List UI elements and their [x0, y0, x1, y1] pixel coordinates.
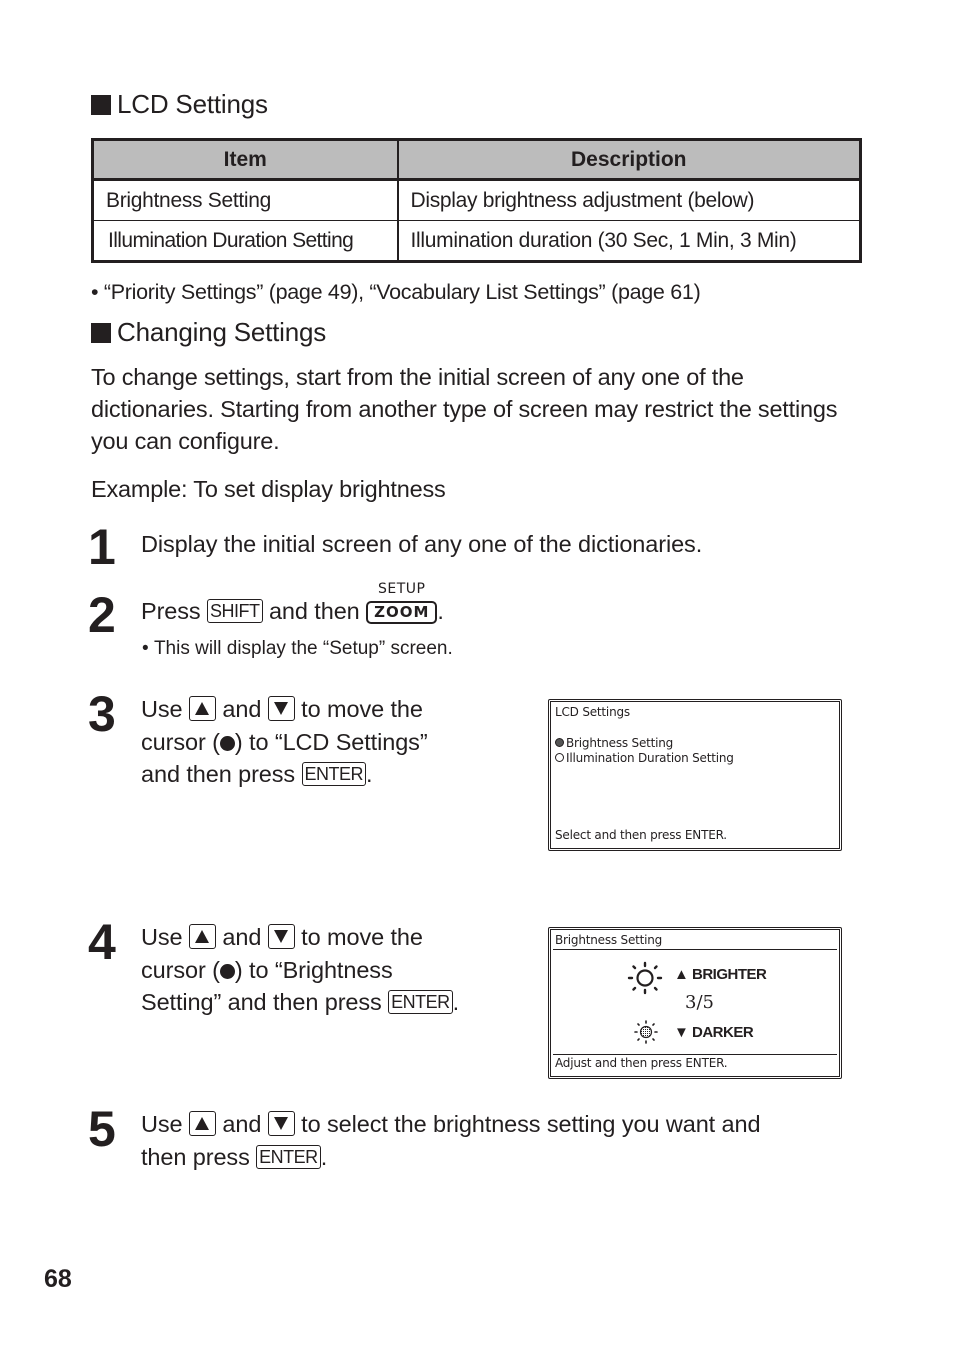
cell-description: Illumination duration (30 Sec, 1 Min, 3 …	[410, 228, 797, 252]
screen-divider	[553, 1054, 837, 1055]
cursor-dot-icon	[219, 963, 235, 979]
related-settings-note: • “Priority Settings” (page 49), “Vocabu…	[91, 280, 701, 305]
darker-label: ▼ DARKER	[674, 1024, 754, 1041]
step-text-part: then press	[141, 1143, 250, 1170]
step-text-part: .	[320, 1143, 328, 1170]
screen-divider	[553, 949, 837, 950]
screen-footer: Adjust and then press ENTER.	[555, 1056, 728, 1070]
step-text-part: Use	[141, 924, 183, 950]
step-text-part: and then	[268, 598, 360, 624]
header-description: Description	[397, 139, 861, 181]
step-1-text: Display the initial screen of any one of…	[141, 531, 703, 557]
option-label: Illumination Duration Setting	[566, 751, 734, 765]
down-arrow-key	[267, 1111, 295, 1136]
brighter-label: ▲ BRIGHTER	[674, 966, 767, 983]
step-text-part: .	[366, 761, 373, 787]
step-4-text: Use and to move the cursor ( ) to “Bright…	[141, 921, 531, 1019]
table-row: Illumination Duration Setting Illuminati…	[92, 220, 861, 262]
changing-settings-heading: Changing Settings	[91, 317, 326, 348]
setup-label: SETUP	[377, 581, 426, 597]
step-1-number: 1	[88, 519, 116, 575]
step-text-part: .	[452, 989, 460, 1015]
screen-option-brightness: Brightness Setting	[555, 736, 673, 750]
subnote-text: This will display the “Setup” screen.	[153, 638, 453, 659]
header-item: Item	[92, 139, 399, 181]
screen-option-illumination: Illumination Duration Setting	[555, 751, 734, 765]
down-arrow-key	[267, 696, 295, 721]
shift-key: SHIFT	[207, 599, 263, 623]
sun-bright-icon	[627, 961, 663, 995]
step-text-part: Setting” and then press	[141, 989, 382, 1015]
bullet: •	[142, 638, 154, 659]
step-text-part: Use	[141, 696, 183, 722]
radio-unselected-icon	[555, 753, 564, 762]
example-text: Example: To set display brightness	[91, 476, 446, 502]
step-text-part: ) to “Brightness	[234, 956, 393, 983]
heading-square-icon	[91, 95, 111, 115]
down-arrow-key	[267, 924, 295, 949]
cell-description: Display brightness adjustment (below)	[397, 179, 861, 221]
step-text-part: to select the brightness setting you wan…	[301, 1111, 761, 1137]
step-text-part: Use	[141, 1111, 183, 1137]
up-arrow-icon	[194, 930, 209, 943]
screen-title: LCD Settings	[555, 705, 630, 719]
step-2-text: Press SHIFT and then SETUP ZOOM.	[141, 581, 444, 628]
page-number: 68	[44, 1265, 72, 1293]
table-header-row: Item Description	[92, 139, 861, 181]
heading-text: Changing Settings	[117, 317, 327, 347]
step-text-part: ) to “LCD Settings”	[234, 728, 428, 755]
step-5-number: 5	[88, 1101, 116, 1157]
step-text-part: to move the	[301, 924, 423, 950]
step-3-number: 3	[88, 686, 116, 742]
lcd-settings-heading: LCD Settings	[91, 89, 268, 120]
bullet: •	[91, 280, 104, 304]
step-text-part: and	[222, 696, 262, 722]
down-arrow-icon	[273, 930, 288, 943]
step-text-part: and	[222, 924, 262, 950]
step-2-number: 2	[88, 587, 116, 643]
step-5-text: Use and to select the brightness setting…	[141, 1108, 861, 1173]
step-text-part: cursor (	[141, 956, 220, 983]
step-3-text: Use and to move the cursor ( ) to “LCD Se…	[141, 693, 531, 791]
note-text: “Priority Settings” (page 49), “Vocabula…	[103, 280, 701, 304]
down-arrow-icon	[273, 1117, 288, 1130]
up-arrow-key	[188, 924, 216, 949]
down-arrow-icon	[273, 702, 288, 715]
radio-selected-icon	[555, 738, 564, 747]
lcd-settings-screen: LCD Settings Brightness Setting Illumina…	[548, 699, 842, 851]
heading-text: LCD Settings	[117, 89, 268, 119]
lcd-settings-table: Item Description Brightness Setting Disp…	[91, 138, 862, 263]
up-arrow-icon	[194, 702, 209, 715]
cell-item: Illumination Duration Setting	[92, 220, 399, 262]
zoom-key-group: SETUP ZOOM	[366, 581, 438, 628]
step-text-part: Press	[141, 598, 201, 624]
enter-key: ENTER	[301, 762, 367, 786]
sun-dim-icon	[634, 1020, 658, 1044]
step-text-part: .	[437, 598, 444, 624]
screen-title: Brightness Setting	[555, 933, 663, 947]
intro-paragraph: To change settings, start from the initi…	[91, 364, 838, 454]
screen-footer: Select and then press ENTER.	[555, 828, 727, 842]
up-arrow-icon	[194, 1117, 209, 1130]
step-text-part: and	[222, 1111, 262, 1137]
step-2-subnote: • This will display the “Setup” screen.	[142, 638, 453, 660]
brightness-setting-screen: Brightness Setting ▲ BRIGHTER 3/5 ▼ DARK…	[548, 927, 842, 1079]
table-row: Brightness Setting Display brightness ad…	[92, 179, 861, 221]
up-arrow-key	[188, 696, 216, 721]
step-text-part: to move the	[301, 696, 423, 722]
enter-key: ENTER	[388, 990, 453, 1014]
enter-key: ENTER	[256, 1144, 321, 1169]
heading-square-icon	[91, 323, 111, 343]
step-text-part: cursor (	[141, 728, 220, 755]
option-label: Brightness Setting	[566, 736, 674, 750]
up-arrow-key	[188, 1111, 216, 1136]
cell-item: Brightness Setting	[92, 179, 399, 221]
step-text-part: and then press	[141, 761, 296, 787]
cursor-dot-icon	[219, 735, 235, 751]
step-4-number: 4	[88, 914, 116, 970]
brightness-level: 3/5	[685, 992, 714, 1013]
